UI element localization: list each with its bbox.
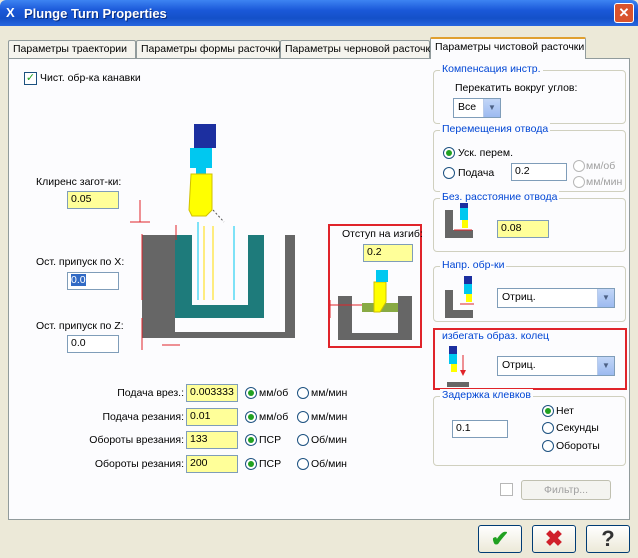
avoid-rings-select[interactable]: Отриц. ▼ (497, 356, 615, 376)
plunge-feed-mmrev-radio[interactable] (245, 387, 257, 399)
plunge-speed-label: Обороты врезания: (89, 434, 184, 446)
plunge-feed-label: Подача врез.: (117, 387, 184, 399)
plunge-speed-rpm-label: Об/мин (311, 434, 347, 446)
cut-speed-rpm-label: Об/мин (311, 458, 347, 470)
cut-speed-css-radio[interactable] (245, 458, 257, 470)
retract-feed-label: Подача (458, 167, 495, 179)
roll-corners-select[interactable]: Все ▼ (453, 98, 501, 118)
cut-feed-mmmin-label: мм/мин (311, 411, 348, 423)
direction-value: Отриц. (502, 291, 536, 303)
avoid-rings-value: Отриц. (502, 359, 536, 371)
plunge-speed-rpm-radio[interactable] (297, 434, 309, 446)
retract-feed-radio[interactable] (443, 167, 455, 179)
dwell-none-radio[interactable] (542, 405, 554, 417)
cut-feed-mmrev-label: мм/об (259, 411, 289, 423)
part-shape (175, 235, 264, 318)
stock-clearance-input[interactable]: 0.05 (67, 191, 119, 209)
ok-button[interactable]: ✔ (478, 525, 522, 553)
plunge-speed-css-radio[interactable] (245, 434, 257, 446)
stock-z-input[interactable]: 0.0 (67, 335, 119, 353)
dwell-revs-radio[interactable] (542, 440, 554, 452)
plunge-feed-mmmin-radio[interactable] (297, 387, 309, 399)
help-button[interactable]: ? (586, 525, 630, 553)
plunge-feed-input[interactable]: 0.003333 (186, 384, 238, 402)
stock-clearance-label: Клиренс загот-ки: (36, 176, 122, 188)
retract-rapid-radio[interactable] (443, 147, 455, 159)
retract-mmmin-radio[interactable] (573, 176, 585, 188)
cut-feed-label: Подача резания: (102, 411, 185, 423)
dialog-window: X Plunge Turn Properties ✕ Параметры тра… (0, 0, 638, 558)
cut-speed-input[interactable]: 200 (186, 455, 238, 473)
retract-title: Перемещения отвода (440, 123, 551, 135)
filter-button[interactable]: Фильтр... (521, 480, 611, 500)
retract-mmmin-label: мм/мин (586, 176, 623, 188)
plunge-speed-input[interactable]: 133 (186, 431, 238, 449)
tool-insert (188, 173, 213, 217)
retract-rapid-label: Уск. перем. (458, 147, 513, 159)
cut-speed-rpm-radio[interactable] (297, 458, 309, 470)
dwell-revs-label: Обороты (556, 440, 600, 452)
cut-feed-mmrev-radio[interactable] (245, 411, 257, 423)
bend-offset-label: Отступ на изгиб: (342, 228, 423, 240)
dwell-seconds-radio[interactable] (542, 422, 554, 434)
roll-corners-value: Все (458, 101, 477, 113)
dwell-input[interactable]: 0.1 (452, 420, 508, 438)
stock-x-input[interactable]: 0.0 (67, 272, 119, 290)
dwell-seconds-label: Секунды (556, 422, 599, 434)
stock-x-label: Ост. припуск по X: (36, 256, 125, 268)
bend-offset-highlight (328, 224, 422, 348)
tool-holder (194, 124, 216, 148)
roll-corners-label: Перекатить вокруг углов: (455, 82, 578, 94)
retract-mmrev-label: мм/об (586, 160, 616, 172)
plunge-feed-mmrev-label: мм/об (259, 387, 289, 399)
plunge-feed-mmmin-label: мм/мин (311, 387, 348, 399)
stock-shape (142, 235, 295, 338)
chevron-down-icon[interactable]: ▼ (597, 357, 614, 375)
cancel-button[interactable]: ✖ (532, 525, 576, 553)
compensation-title: Компенсация инстр. (440, 63, 543, 75)
retract-mmrev-radio[interactable] (573, 160, 585, 172)
stock-z-label: Ост. припуск по Z: (36, 320, 124, 332)
direction-title: Напр. обр-ки (440, 259, 507, 271)
dwell-none-label: Нет (556, 405, 574, 417)
retract-feed-input[interactable]: 0.2 (511, 163, 567, 181)
cut-feed-mmmin-radio[interactable] (297, 411, 309, 423)
cut-feed-input[interactable]: 0.01 (186, 408, 238, 426)
safe-distance-title: Без. расстояние отвода (440, 191, 560, 203)
bend-offset-input[interactable]: 0.2 (363, 244, 413, 262)
plunge-speed-css-label: ПСР (259, 434, 282, 446)
filter-checkbox[interactable] (500, 483, 513, 496)
avoid-rings-title: избегать образ. колец (442, 330, 550, 342)
safe-distance-input[interactable]: 0.08 (497, 220, 549, 238)
dwell-title: Задержка клевков (440, 389, 533, 401)
direction-select[interactable]: Отриц. ▼ (497, 288, 615, 308)
tool-shank (190, 148, 212, 168)
cut-speed-css-label: ПСР (259, 458, 282, 470)
chevron-down-icon[interactable]: ▼ (483, 99, 500, 117)
cut-speed-label: Обороты резания: (94, 458, 184, 470)
chevron-down-icon[interactable]: ▼ (597, 289, 614, 307)
